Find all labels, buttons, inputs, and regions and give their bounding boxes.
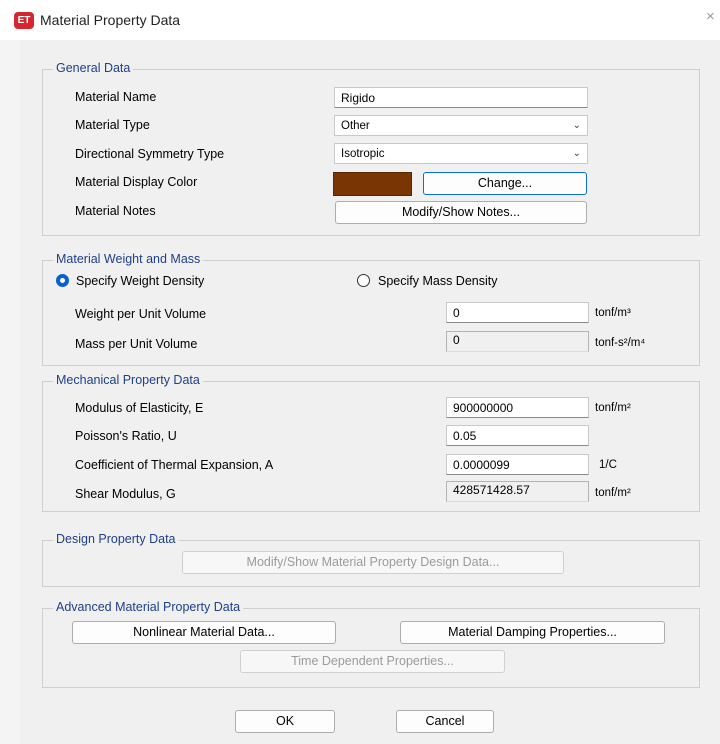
mass-per-volume-value: 0: [446, 331, 589, 352]
time-dependent-button: Time Dependent Properties...: [240, 650, 505, 673]
mass-unit: tonf-s²/m⁴: [595, 337, 646, 349]
chevron-down-icon: ⌄: [572, 120, 581, 131]
cancel-button[interactable]: Cancel: [396, 710, 494, 733]
chevron-down-icon: ⌄: [572, 148, 581, 159]
ok-button[interactable]: OK: [235, 710, 335, 733]
shear-modulus-unit: tonf/m²: [595, 487, 631, 499]
title-bar: ET Material Property Data ×: [0, 0, 720, 40]
modulus-elasticity-label: Modulus of Elasticity, E: [75, 401, 204, 415]
poisson-ratio-input[interactable]: 0.05: [446, 425, 589, 446]
close-icon[interactable]: ×: [706, 8, 715, 25]
etabs-app-icon: ET: [14, 12, 34, 29]
weight-unit: tonf/m³: [595, 307, 631, 319]
material-type-label: Material Type: [75, 118, 150, 132]
weight-density-radio-label[interactable]: Specify Weight Density: [76, 274, 204, 288]
mass-density-radio[interactable]: [357, 274, 370, 287]
group-title-general: General Data: [53, 61, 134, 75]
weight-per-volume-label: Weight per Unit Volume: [75, 307, 207, 321]
material-name-label: Material Name: [75, 90, 157, 104]
weight-density-radio[interactable]: [56, 274, 69, 287]
thermal-expansion-unit: 1/C: [599, 459, 617, 471]
symmetry-type-label: Directional Symmetry Type: [75, 147, 225, 161]
thermal-expansion-input[interactable]: 0.0000099: [446, 454, 589, 475]
left-margin: [0, 40, 20, 744]
design-data-button: Modify/Show Material Property Design Dat…: [182, 551, 564, 574]
display-color-swatch[interactable]: [333, 172, 412, 196]
weight-per-volume-input[interactable]: 0: [446, 302, 589, 323]
modulus-elasticity-input[interactable]: 900000000: [446, 397, 589, 418]
window-title: Material Property Data: [40, 12, 181, 28]
material-type-value: Other: [341, 120, 370, 132]
symmetry-type-select[interactable]: Isotropic ⌄: [334, 143, 588, 164]
group-title-design: Design Property Data: [53, 532, 179, 546]
shear-modulus-label: Shear Modulus, G: [75, 487, 176, 501]
material-name-input[interactable]: Rigido: [334, 87, 588, 108]
damping-properties-button[interactable]: Material Damping Properties...: [400, 621, 665, 644]
material-notes-label: Material Notes: [75, 204, 156, 218]
symmetry-type-value: Isotropic: [341, 148, 385, 160]
shear-modulus-value: 428571428.57: [446, 481, 589, 502]
display-color-label: Material Display Color: [75, 175, 198, 189]
group-title-weight: Material Weight and Mass: [53, 252, 204, 266]
mass-per-volume-label: Mass per Unit Volume: [75, 337, 198, 351]
change-color-button[interactable]: Change...: [423, 172, 587, 195]
modulus-elasticity-unit: tonf/m²: [595, 402, 631, 414]
nonlinear-material-button[interactable]: Nonlinear Material Data...: [72, 621, 336, 644]
modify-notes-button[interactable]: Modify/Show Notes...: [335, 201, 587, 224]
advanced-property-group: Advanced Material Property Data: [42, 600, 700, 688]
poisson-ratio-label: Poisson's Ratio, U: [75, 429, 177, 443]
material-type-select[interactable]: Other ⌄: [334, 115, 588, 136]
thermal-expansion-label: Coefficient of Thermal Expansion, A: [75, 458, 274, 472]
mass-density-radio-label[interactable]: Specify Mass Density: [378, 274, 497, 288]
group-title-mechanical: Mechanical Property Data: [53, 373, 203, 387]
group-title-advanced: Advanced Material Property Data: [53, 600, 244, 614]
